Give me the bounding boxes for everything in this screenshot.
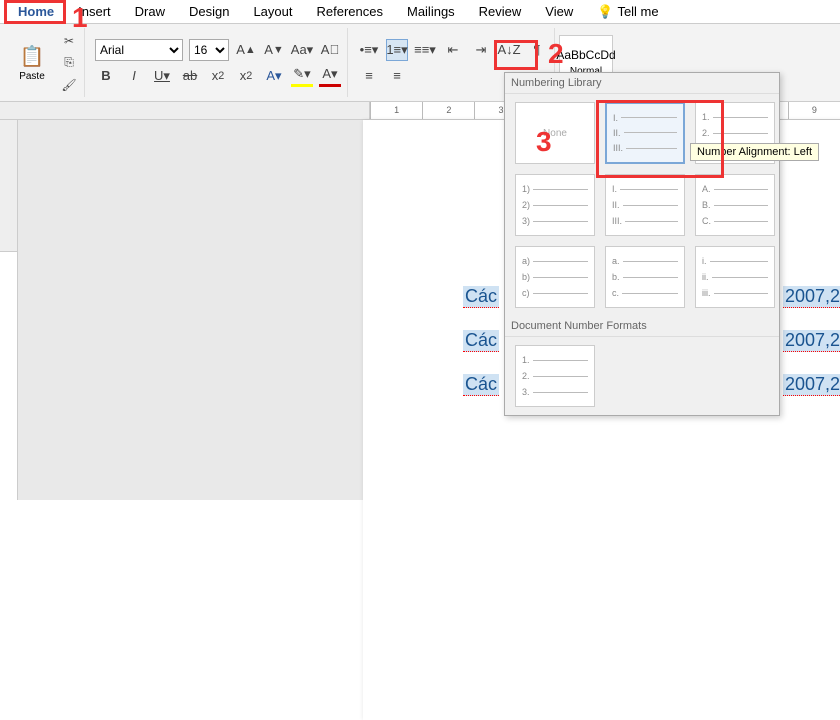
copy-button[interactable]: ⎘ — [60, 54, 78, 72]
sort-button[interactable]: A↓Z — [498, 39, 520, 61]
tab-layout[interactable]: Layout — [241, 0, 304, 23]
brush-icon: 🖌 — [61, 78, 76, 92]
callout-2: 2 — [548, 38, 564, 70]
font-size-select[interactable]: 16 — [189, 39, 229, 61]
library-header: Numbering Library — [505, 73, 779, 94]
strikethrough-button[interactable]: ab — [179, 65, 201, 87]
indent-icon: ⇥ — [476, 42, 487, 58]
doc-line-2: Các — [463, 330, 499, 352]
format-painter-button[interactable]: 🖌 — [60, 76, 78, 94]
doc-right-3: 2007,2 — [783, 374, 840, 396]
superscript-button[interactable]: x2 — [235, 65, 257, 87]
callout-1: 1 — [72, 2, 88, 34]
paste-button[interactable]: 📋 Paste — [10, 44, 54, 82]
callout-3: 3 — [536, 126, 552, 158]
clipboard-group: 📋 Paste ✂ ⎘ 🖌 — [4, 28, 85, 97]
numbering-tile[interactable]: 1.2.3. — [515, 345, 595, 407]
bullets-icon: •≡▾ — [360, 42, 379, 58]
multilevel-icon: ≡≡▾ — [414, 42, 436, 58]
align-center-button[interactable]: ≡ — [386, 65, 408, 87]
doc-line-3: Các — [463, 374, 499, 396]
numbering-tile[interactable]: None — [515, 102, 595, 164]
tab-home[interactable]: Home — [6, 0, 66, 23]
pilcrow-icon: ¶ — [534, 42, 541, 57]
decrease-indent-button[interactable]: ⇤ — [442, 39, 464, 61]
bold-button[interactable]: B — [95, 65, 117, 87]
style-sample: AaBbCcDd — [556, 48, 615, 62]
tellme[interactable]: 💡 Tell me — [585, 0, 670, 23]
numbering-tile[interactable]: I.II.III. — [605, 102, 685, 164]
font-color-button[interactable]: A▾ — [319, 65, 341, 87]
multilevel-button[interactable]: ≡≡▾ — [414, 39, 436, 61]
scissors-icon: ✂ — [64, 34, 74, 48]
numbering-icon: 1≡▾ — [386, 42, 407, 58]
numbering-tile[interactable]: i.ii.iii. — [695, 246, 775, 308]
italic-button[interactable]: I — [123, 65, 145, 87]
numbering-popup: Numbering Library NoneI.II.III. 1.2.3. 1)2… — [504, 72, 780, 416]
numbering-button[interactable]: 1≡▾ — [386, 39, 408, 61]
show-marks-button[interactable]: ¶ — [526, 39, 548, 61]
eraser-icon: A⃠ — [321, 42, 339, 57]
cut-button[interactable]: ✂ — [60, 32, 78, 50]
subscript-button[interactable]: x2 — [207, 65, 229, 87]
highlight-button[interactable]: ✎▾ — [291, 65, 313, 87]
font-name-select[interactable]: Arial — [95, 39, 183, 61]
numbering-tile[interactable]: a)b)c) — [515, 246, 595, 308]
tooltip: Number Alignment: Left — [690, 143, 819, 161]
tab-view[interactable]: View — [533, 0, 585, 23]
numbering-tile[interactable]: 1)2)3) — [515, 174, 595, 236]
tellme-label: Tell me — [617, 4, 658, 19]
outdent-icon: ⇤ — [448, 42, 459, 58]
numbering-tile[interactable]: a.b.c. — [605, 246, 685, 308]
vertical-ruler[interactable] — [0, 120, 18, 500]
change-case-button[interactable]: Aa▾ — [291, 39, 313, 61]
increase-indent-button[interactable]: ⇥ — [470, 39, 492, 61]
menu-bar: Home Insert Draw Design Layout Reference… — [0, 0, 840, 24]
shrink-font-button[interactable]: A▼ — [263, 39, 285, 61]
align-left-button[interactable]: ≡ — [358, 65, 380, 87]
sort-icon: A↓Z — [497, 42, 520, 57]
clipboard-icon: 📋 — [20, 44, 45, 69]
tab-references[interactable]: References — [305, 0, 395, 23]
underline-button[interactable]: U▾ — [151, 65, 173, 87]
lightbulb-icon: 💡 — [597, 4, 613, 20]
tab-mailings[interactable]: Mailings — [395, 0, 467, 23]
clear-format-button[interactable]: A⃠ — [319, 39, 341, 61]
doc-formats-grid: 1.2.3. — [505, 337, 779, 415]
paste-label: Paste — [19, 71, 45, 82]
tab-design[interactable]: Design — [177, 0, 241, 23]
numbering-tile[interactable]: I.II.III. — [605, 174, 685, 236]
doc-right-1: 2007,2 — [783, 286, 840, 308]
font-group: Arial 16 A▲ A▼ Aa▾ A⃠ B I U▾ ab x2 x2 A▾… — [89, 28, 348, 97]
tab-draw[interactable]: Draw — [123, 0, 177, 23]
bullets-button[interactable]: •≡▾ — [358, 39, 380, 61]
grow-font-button[interactable]: A▲ — [235, 39, 257, 61]
doc-line-1: Các — [463, 286, 499, 308]
tab-review[interactable]: Review — [467, 0, 534, 23]
align-center-icon: ≡ — [393, 68, 401, 83]
align-left-icon: ≡ — [365, 68, 373, 83]
doc-formats-header: Document Number Formats — [505, 316, 779, 337]
copy-icon: ⎘ — [64, 55, 74, 70]
numbering-tile[interactable]: A.B.C. — [695, 174, 775, 236]
text-effects-button[interactable]: A▾ — [263, 65, 285, 87]
doc-right-2: 2007,2 — [783, 330, 840, 352]
